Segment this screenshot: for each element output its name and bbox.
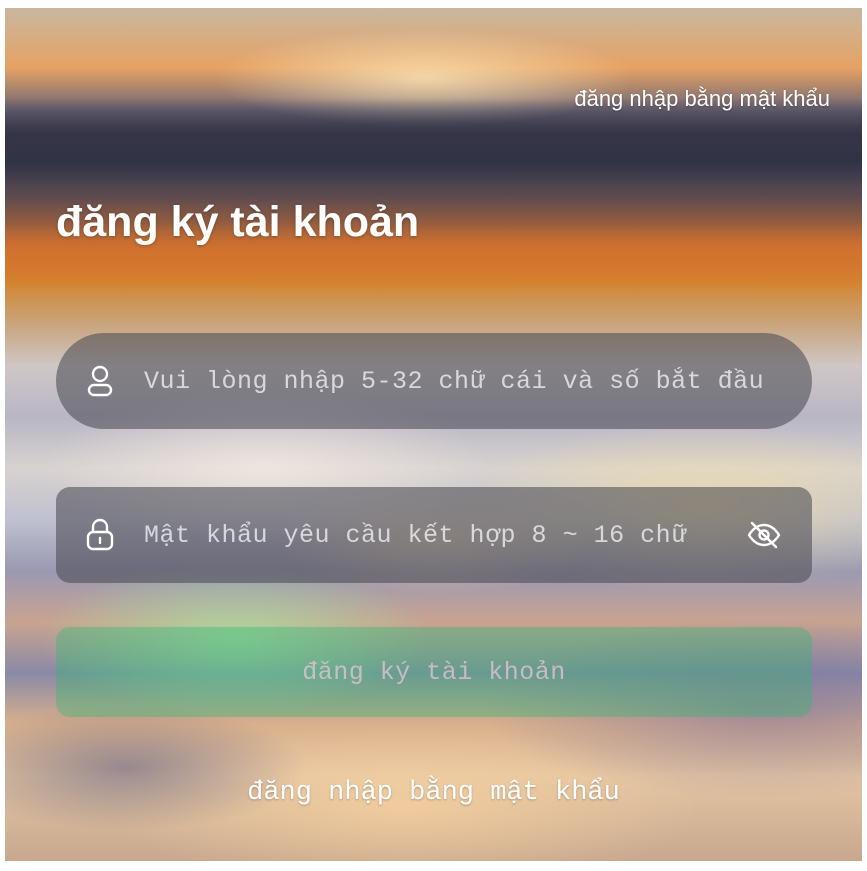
page-title: đăng ký tài khoản xyxy=(56,198,420,246)
password-input[interactable] xyxy=(142,504,732,566)
register-screen: đăng nhập bằng mật khẩu đăng ký tài khoả… xyxy=(5,8,862,861)
username-field[interactable] xyxy=(56,333,812,429)
register-button[interactable]: đăng ký tài khoản xyxy=(56,627,812,717)
password-field[interactable] xyxy=(56,487,812,583)
lock-icon xyxy=(80,515,120,555)
username-input[interactable] xyxy=(142,350,788,412)
password-login-link-top[interactable]: đăng nhập bằng mật khẩu xyxy=(574,86,830,112)
eye-off-icon[interactable] xyxy=(742,513,786,557)
user-icon xyxy=(80,361,120,401)
password-login-link-bottom[interactable]: đăng nhập bằng mật khẩu xyxy=(5,778,862,808)
